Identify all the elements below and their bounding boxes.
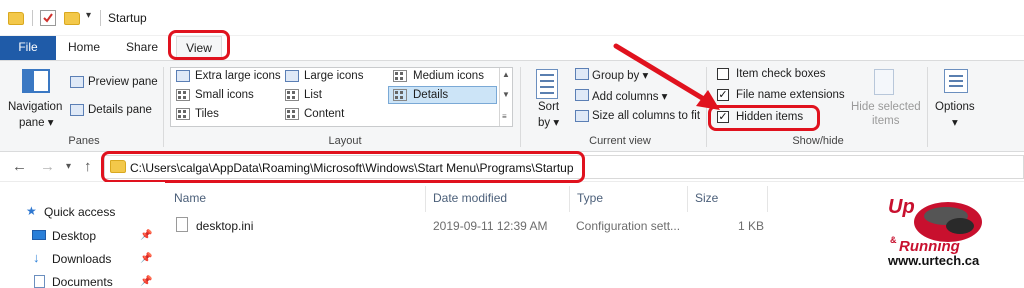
medium-icons-icon — [393, 70, 407, 82]
add-columns-icon — [575, 89, 589, 101]
file-name-extensions-label[interactable]: File name extensions — [736, 89, 845, 101]
tiles-icon — [176, 108, 190, 120]
pin-icon[interactable]: 📌 — [140, 230, 152, 241]
current-view-group-label: Current view — [589, 135, 651, 147]
title-bar: ▾ Startup — [0, 0, 1024, 36]
tab-home[interactable]: Home — [62, 36, 106, 60]
layout-medium-icons[interactable]: Medium icons — [413, 70, 484, 82]
annotation-arrow — [613, 43, 720, 110]
ribbon-tabs: File Home Share View — [0, 30, 1024, 61]
address-highlight — [101, 151, 585, 183]
star-icon: ★ — [26, 204, 37, 218]
layout-small-icons[interactable]: Small icons — [195, 89, 254, 101]
new-folder-icon[interactable] — [64, 12, 80, 25]
properties-icon[interactable] — [40, 10, 56, 26]
forward-arrow-icon[interactable]: → — [40, 158, 55, 175]
nav-item-documents[interactable]: Documents — [52, 275, 113, 288]
up-arrow-icon[interactable]: ↑ — [84, 158, 92, 175]
divider — [520, 67, 521, 147]
layout-content[interactable]: Content — [304, 108, 344, 120]
large-icons-icon — [285, 70, 299, 82]
options-icon[interactable] — [944, 69, 968, 93]
sort-by-dropdown[interactable]: by ▾ — [538, 115, 559, 129]
divider — [100, 10, 101, 26]
settings-file-icon — [176, 217, 188, 232]
item-check-boxes-label[interactable]: Item check boxes — [736, 68, 825, 80]
hide-selected-items-button[interactable]: Hide selected — [851, 101, 921, 113]
logo-url: www.urtech.ca — [888, 253, 980, 268]
logo-up: Up — [888, 196, 915, 218]
divider[interactable] — [767, 186, 768, 212]
column-header-date-modified[interactable]: Date modified — [433, 191, 507, 205]
file-date-modified: 2019-09-11 12:39 AM — [433, 219, 548, 233]
sort-by-button[interactable]: Sort — [538, 101, 559, 113]
extra-large-icons-icon — [176, 70, 190, 82]
recent-locations-icon[interactable]: ▾ — [66, 161, 71, 172]
file-size: 1 KB — [738, 219, 765, 233]
ribbon: Navigation pane ▾ Preview pane Details p… — [0, 60, 1024, 152]
window-title: Startup — [108, 11, 147, 25]
divider — [927, 67, 928, 147]
document-icon — [34, 275, 45, 288]
list-icon — [285, 89, 299, 101]
layout-large-icons[interactable]: Large icons — [304, 70, 363, 82]
layout-tiles[interactable]: Tiles — [195, 108, 219, 120]
layout-details[interactable]: Details — [413, 89, 448, 101]
layout-scrollbar[interactable]: ▲ ▼ ≡ — [499, 68, 511, 126]
show-hide-group-label: Show/hide — [792, 135, 844, 147]
divider[interactable] — [569, 186, 570, 212]
preview-pane-button[interactable]: Preview pane — [88, 76, 158, 88]
back-arrow-icon[interactable]: ← — [12, 158, 27, 175]
hide-selected-items-button-line2: items — [872, 115, 900, 127]
navigation-pane-icon[interactable] — [22, 69, 50, 93]
divider[interactable] — [687, 186, 688, 212]
size-columns-icon — [575, 110, 589, 122]
download-icon: ↓ — [33, 250, 40, 265]
preview-pane-icon — [70, 76, 84, 88]
logo-ampersand: & — [890, 235, 897, 245]
navigation-pane-dropdown[interactable]: pane ▾ — [19, 115, 54, 129]
column-header-size[interactable]: Size — [695, 191, 718, 205]
desktop-icon — [32, 230, 46, 240]
tab-file[interactable]: File — [0, 36, 56, 60]
column-header-name[interactable]: Name — [174, 191, 206, 205]
details-pane-icon — [70, 104, 84, 116]
content-icon — [285, 108, 299, 120]
column-header-type[interactable]: Type — [577, 191, 603, 205]
sort-by-icon[interactable] — [536, 69, 558, 99]
navigation-pane-button[interactable]: Navigation — [8, 101, 62, 113]
layout-extra-large-icons[interactable]: Extra large icons — [195, 70, 281, 82]
file-type: Configuration sett... — [576, 219, 681, 233]
layout-list[interactable]: List — [304, 89, 322, 101]
pin-icon[interactable]: 📌 — [140, 276, 152, 287]
navigation-pane: ★ Quick access Desktop 📌 ↓ Downloads 📌 D… — [0, 182, 165, 288]
options-dropdown-arrow[interactable]: ▾ — [952, 115, 958, 129]
options-button[interactable]: Options — [935, 101, 975, 113]
details-icon — [393, 89, 407, 101]
group-by-icon — [575, 68, 589, 80]
hide-selected-items-icon — [874, 69, 894, 95]
address-row: ← → ▾ ↑ C:\Users\calga\AppData\Roaming\M… — [0, 151, 1024, 183]
view-tab-highlight — [168, 30, 230, 60]
details-pane-button[interactable]: Details pane — [88, 104, 152, 116]
nav-item-downloads[interactable]: Downloads — [52, 252, 111, 266]
nav-item-desktop[interactable]: Desktop — [52, 229, 96, 243]
small-icons-icon — [176, 89, 190, 101]
pin-icon[interactable]: 📌 — [140, 253, 152, 264]
customize-toolbar-icon[interactable]: ▾ — [86, 10, 91, 21]
nav-item-quick-access[interactable]: Quick access — [44, 205, 115, 219]
file-name[interactable]: desktop.ini — [196, 219, 253, 233]
folder-icon — [8, 12, 24, 25]
panes-group-label: Panes — [68, 135, 100, 147]
divider[interactable] — [425, 186, 426, 212]
tab-share[interactable]: Share — [120, 36, 164, 60]
divider — [163, 67, 164, 147]
divider — [32, 10, 33, 26]
layout-group-label: Layout — [328, 135, 362, 147]
